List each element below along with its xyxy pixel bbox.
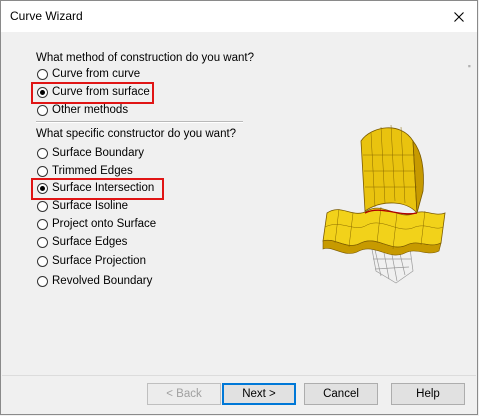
radio-circle bbox=[37, 218, 48, 230]
radio-surface-isoline[interactable]: Surface Isoline bbox=[37, 197, 128, 215]
title-bar: Curve Wizard bbox=[1, 1, 477, 32]
radio-circle bbox=[37, 147, 48, 159]
radio-circle bbox=[37, 255, 48, 267]
radio-curve-from-curve[interactable]: Curve from curve bbox=[37, 65, 140, 83]
radio-label: Surface Projection bbox=[52, 255, 146, 267]
radio-label: Surface Isoline bbox=[52, 200, 129, 212]
radio-label: Trimmed Edges bbox=[52, 165, 133, 177]
radio-circle bbox=[37, 104, 48, 116]
radio-trimmed-edges[interactable]: Trimmed Edges bbox=[37, 162, 133, 180]
close-button[interactable] bbox=[447, 5, 471, 29]
radio-curve-from-surface[interactable]: Curve from surface bbox=[37, 83, 150, 101]
radio-label: Surface Boundary bbox=[52, 147, 145, 159]
radio-label: Curve from surface bbox=[52, 86, 150, 98]
radio-circle bbox=[37, 68, 48, 80]
radio-label: Other methods bbox=[52, 104, 129, 116]
close-icon bbox=[454, 12, 464, 22]
radio-label: Curve from curve bbox=[52, 68, 141, 80]
constructor-prompt: What specific constructor do you want? bbox=[36, 128, 237, 140]
method-prompt: What method of construction do you want? bbox=[36, 52, 254, 64]
radio-label: Project onto Surface bbox=[52, 218, 157, 230]
help-button[interactable]: Help bbox=[391, 383, 465, 405]
radio-surface-intersection[interactable]: Surface Intersection bbox=[37, 179, 154, 197]
radio-revolved-boundary[interactable]: Revolved Boundary bbox=[37, 272, 152, 290]
radio-project-onto-surface[interactable]: Project onto Surface bbox=[37, 215, 156, 233]
radio-circle bbox=[37, 165, 48, 177]
radio-label: Surface Intersection bbox=[52, 182, 155, 194]
section-divider bbox=[36, 121, 243, 123]
radio-other-methods[interactable]: Other methods bbox=[37, 101, 128, 119]
next-button[interactable]: Next > bbox=[222, 383, 296, 405]
radio-surface-boundary[interactable]: Surface Boundary bbox=[37, 144, 144, 162]
intersecting-surfaces-illustration bbox=[322, 124, 446, 284]
radio-surface-edges[interactable]: Surface Edges bbox=[37, 233, 127, 251]
curve-wizard-window: Curve Wizard ▪ What method of constructi… bbox=[0, 0, 478, 415]
radio-circle bbox=[37, 200, 48, 212]
radio-label: Surface Edges bbox=[52, 236, 128, 248]
radio-circle bbox=[37, 236, 48, 248]
window-title: Curve Wizard bbox=[10, 9, 83, 23]
resize-grip-icon: ▪ bbox=[467, 61, 471, 71]
back-button[interactable]: < Back bbox=[147, 383, 221, 405]
radio-circle-selected bbox=[37, 182, 48, 194]
radio-circle bbox=[37, 275, 48, 287]
radio-label: Revolved Boundary bbox=[52, 275, 153, 287]
cancel-button[interactable]: Cancel bbox=[304, 383, 378, 405]
radio-circle-selected bbox=[37, 86, 48, 98]
radio-surface-projection[interactable]: Surface Projection bbox=[37, 252, 146, 270]
